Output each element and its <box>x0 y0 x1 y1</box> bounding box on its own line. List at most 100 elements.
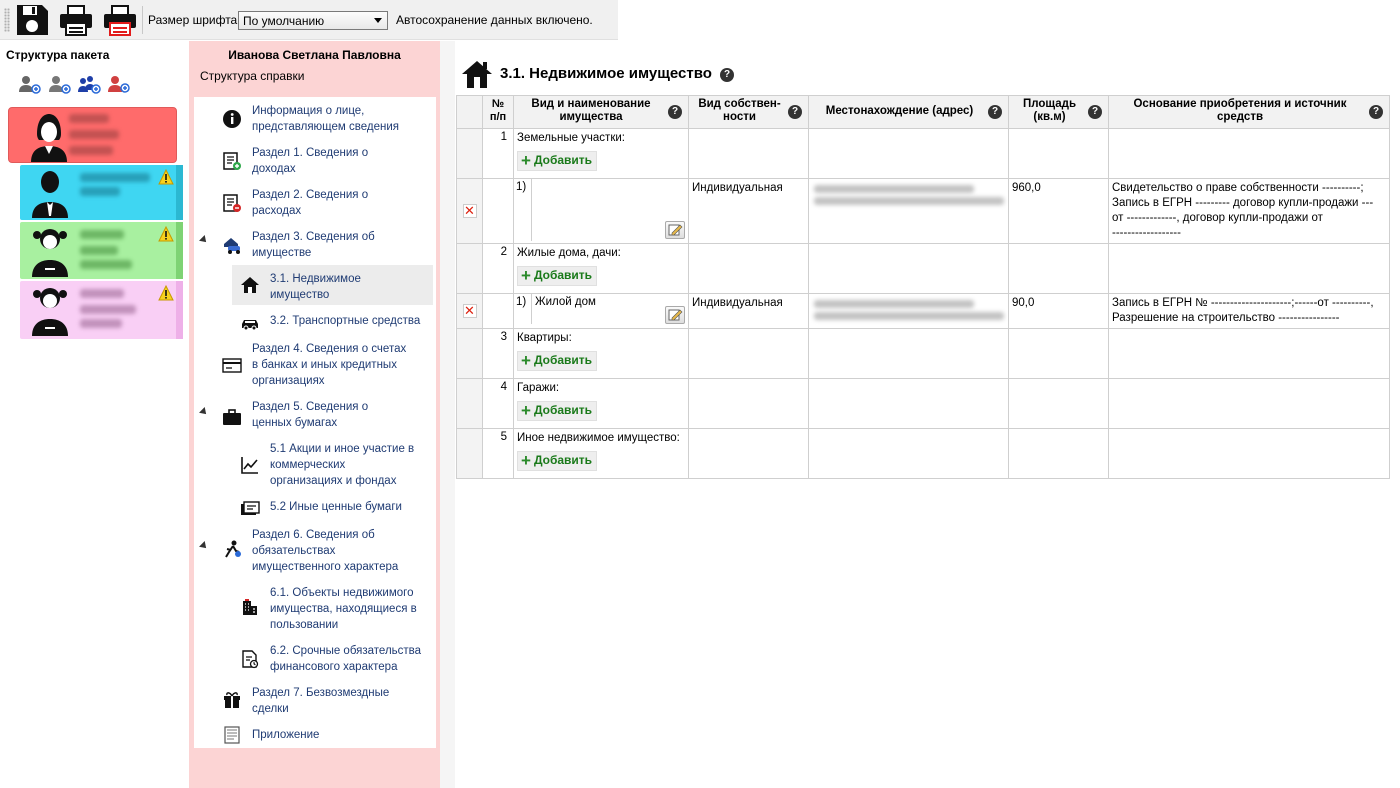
row-number: 3 <box>482 328 514 379</box>
expand-arrow-icon[interactable] <box>199 541 209 551</box>
contract-icon <box>240 649 260 669</box>
print-preview-icon[interactable] <box>102 3 138 37</box>
plus-icon: + <box>521 350 531 370</box>
person-card-spouse[interactable] <box>20 165 183 220</box>
remove-person-icon[interactable] <box>106 72 132 96</box>
table-row: 4 Гаражи: + Добавить <box>456 378 1390 429</box>
add-spouse-icon[interactable] <box>46 72 72 96</box>
woman-avatar-icon <box>31 114 67 162</box>
category-title: Жилые дома, дачи: <box>517 247 621 259</box>
structure-subtitle: Структура справки <box>200 69 305 83</box>
row-number: 5 <box>482 428 514 479</box>
gift-icon <box>222 689 242 709</box>
section-title-text: 3.1. Недвижимое имущество <box>500 65 712 82</box>
table-row: ✕ 1) Жилой дом Индивидуальная 90,0 Запис… <box>456 293 1390 329</box>
item-address-redacted <box>808 178 1009 244</box>
help-icon[interactable]: ? <box>720 68 735 82</box>
row-number: 4 <box>482 378 514 429</box>
table-row: 3 Квартиры: + Добавить <box>456 328 1390 379</box>
person-card-child-2[interactable] <box>20 281 183 339</box>
add-child-icon[interactable] <box>76 72 102 96</box>
expand-arrow-icon[interactable] <box>199 235 209 245</box>
name-column-header: Вид и наименование имущества? <box>513 95 689 129</box>
help-icon[interactable]: ? <box>988 105 1002 119</box>
item-ownership: Индивидуальная <box>688 293 809 329</box>
save-icon[interactable] <box>14 3 50 37</box>
area-column-header: Площадь (кв.м)? <box>1008 95 1109 129</box>
plus-icon: + <box>521 265 531 285</box>
help-icon[interactable]: ? <box>668 105 682 119</box>
stock-chart-icon <box>240 455 260 475</box>
item-basis: Свидетельство о праве собственности ----… <box>1108 178 1390 244</box>
font-size-select[interactable]: По умолчанию <box>238 11 388 30</box>
warning-icon <box>158 225 174 242</box>
delete-row-icon[interactable]: ✕ <box>462 304 477 318</box>
securities-icon <box>240 499 260 519</box>
structure-tree: Информация о лице, представляющем сведени… <box>194 97 436 748</box>
bank-card-icon <box>222 355 242 375</box>
tree-item-3-2[interactable]: 3.2. Транспортные средства <box>270 313 420 329</box>
tree-item-section-4[interactable]: Раздел 4. Сведения о счетах в банках и ин… <box>252 341 406 389</box>
item-basis: Запись в ЕГРН № ---------------------;--… <box>1108 293 1390 329</box>
font-size-value: По умолчанию <box>243 14 325 28</box>
tree-item-section-3[interactable]: Раздел 3. Сведения об имуществе <box>252 229 375 261</box>
add-button[interactable]: + Добавить <box>517 401 598 421</box>
briefcase-icon <box>222 407 242 427</box>
toolbar-grip[interactable] <box>4 8 10 32</box>
help-icon[interactable]: ? <box>1088 105 1102 119</box>
help-icon[interactable]: ? <box>788 105 802 119</box>
number-column-header: № п/п <box>482 95 514 129</box>
autosave-status: Автосохранение данных включено. <box>396 13 593 27</box>
add-button[interactable]: + Добавить <box>517 451 598 471</box>
person-card-child-1[interactable] <box>20 222 183 279</box>
tree-item-section-7[interactable]: Раздел 7. Безвозмездные сделки <box>252 685 389 717</box>
help-icon[interactable]: ? <box>1369 105 1383 119</box>
tree-item-appendix[interactable]: Приложение <box>252 727 319 743</box>
item-area: 90,0 <box>1008 293 1109 329</box>
tree-item-3-1[interactable]: 3.1. Недвижимое имущество <box>270 271 361 303</box>
tree-item-5-2[interactable]: 5.2 Иные ценные бумаги <box>270 499 402 515</box>
attachment-icon <box>222 725 242 745</box>
add-button[interactable]: + Добавить <box>517 350 598 371</box>
property-icon <box>222 235 242 255</box>
item-address-redacted <box>808 293 1009 329</box>
person-name: Иванова Светлана Павловна <box>228 48 401 62</box>
delete-row-icon[interactable]: ✕ <box>462 204 477 218</box>
add-person-icon[interactable] <box>16 72 42 96</box>
basis-column-header: Основание приобретения и источник средств… <box>1108 95 1390 129</box>
edit-icon[interactable] <box>665 221 685 239</box>
document-structure-panel: Иванова Светлана Павловна Структура спра… <box>189 41 440 788</box>
row-number: 2 <box>482 243 514 294</box>
tree-item-6-1[interactable]: 6.1. Объекты недвижимого имущества, наход… <box>270 585 417 633</box>
person-card-declarant[interactable] <box>8 107 177 163</box>
item-sub-number: 1) <box>514 294 532 324</box>
print-icon[interactable] <box>58 3 94 37</box>
warning-icon <box>158 284 174 301</box>
tree-item-6-2[interactable]: 6.2. Срочные обязательства финансового ха… <box>270 643 421 675</box>
plus-icon: + <box>521 150 531 170</box>
add-button[interactable]: + Добавить <box>517 265 598 286</box>
obligation-icon <box>222 539 242 559</box>
ownership-column-header: Вид собствен-ности? <box>688 95 809 129</box>
table-header-row: № п/п Вид и наименование имущества? Вид со… <box>456 95 1390 129</box>
income-icon <box>222 151 242 171</box>
edit-icon[interactable] <box>665 306 685 324</box>
location-column-header: Местонахождение (адрес)? <box>808 95 1009 129</box>
expand-arrow-icon[interactable] <box>199 407 209 417</box>
tree-item-section-2[interactable]: Раздел 2. Сведения о расходах <box>252 187 368 219</box>
expense-icon <box>222 193 242 213</box>
delete-column-header <box>456 95 483 129</box>
section-title: 3.1. Недвижимое имущество ? <box>500 65 735 82</box>
toolbar-separator <box>142 6 143 34</box>
tree-item-5-1[interactable]: 5.1 Акции и иное участие в коммерческих ор… <box>270 441 414 489</box>
tree-item-section-5[interactable]: Раздел 5. Сведения о ценных бумагах <box>252 399 368 431</box>
font-size-label: Размер шрифта: <box>148 13 241 27</box>
tree-item-section-1[interactable]: Раздел 1. Сведения о доходах <box>252 145 368 177</box>
row-number: 1 <box>482 128 514 179</box>
tree-item-info[interactable]: Информация о лице, представляющем сведени… <box>252 103 399 135</box>
table-row: ✕ 1) Индивидуальная 960,0 Свидетельство … <box>456 178 1390 244</box>
man-avatar-icon <box>32 171 68 218</box>
tree-item-section-6[interactable]: Раздел 6. Сведения об обязательствах имуще… <box>252 527 398 575</box>
girl-avatar-icon <box>32 229 68 277</box>
add-button[interactable]: + Добавить <box>517 150 598 171</box>
